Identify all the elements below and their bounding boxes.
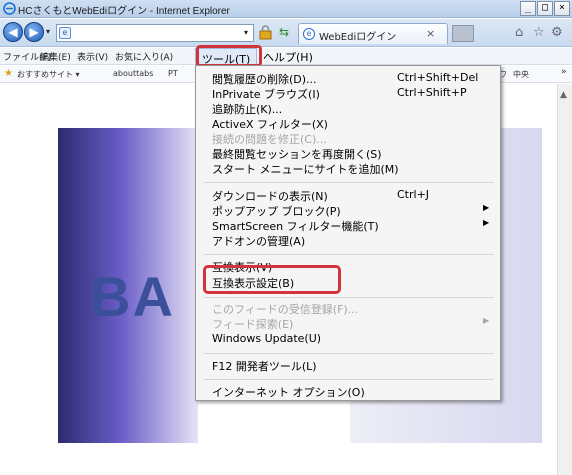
tab-webedi[interactable]: e WebEdiログイン × <box>298 23 448 44</box>
tab-label: WebEdiログイン <box>319 32 397 43</box>
submenu-arrow-icon: ▶ <box>483 218 490 227</box>
internet-explorer-icon <box>3 2 16 15</box>
submenu-arrow-icon: ▶ <box>483 316 490 325</box>
scroll-up-icon[interactable]: ▲ <box>560 90 567 100</box>
favorite-item[interactable]: PT <box>168 69 178 78</box>
menu-bar: ファイル(F) 編集(E) 表示(V) お気に入り(A) ツール(T) ヘルプ(… <box>0 48 572 66</box>
menu-item-f12-developer-tools[interactable]: F12 開発者ツール(L) <box>212 358 497 375</box>
vertical-scrollbar[interactable]: ▲ <box>557 84 572 475</box>
menu-item-internet-options[interactable]: インターネット オプション(O) <box>212 384 497 401</box>
highlight-tools-menu <box>196 45 262 67</box>
nav-history-dropdown[interactable]: ▾ <box>46 27 50 36</box>
menu-item-feed-discovery: フィード探索(E) ▶ <box>212 316 490 331</box>
back-button[interactable]: ◀ <box>3 22 23 42</box>
lock-icon[interactable] <box>259 25 272 40</box>
favorite-item[interactable]: abouttabs <box>113 69 153 78</box>
menu-separator <box>204 254 494 255</box>
highlight-compatibility-settings <box>203 265 341 294</box>
menu-item-manage-addons[interactable]: アドオンの管理(A) <box>212 233 497 250</box>
address-bar: ◀ ▶ ▾ e ▾ ⇆ e WebEdiログイン × ⌂ ☆ ⚙ <box>0 19 572 47</box>
refresh-icon[interactable]: ⇆ <box>276 25 292 40</box>
menu-item-windows-update[interactable]: Windows Update(U) <box>212 332 497 349</box>
url-dropdown[interactable]: ▾ <box>244 28 248 37</box>
menu-separator <box>204 297 494 298</box>
menu-separator <box>204 353 494 354</box>
page-icon: e <box>303 28 315 40</box>
window-title: HCさくもとWebEdiログイン - Internet Explorer <box>18 6 230 17</box>
url-input[interactable]: e <box>56 24 254 42</box>
favorites-star-icon[interactable]: ☆ <box>533 25 545 40</box>
favorites-more-button[interactable]: » <box>561 67 567 77</box>
home-icon[interactable]: ⌂ <box>515 25 523 40</box>
banner-text: BA <box>90 265 175 328</box>
favorite-item[interactable]: 中央 <box>513 69 529 80</box>
menu-edit[interactable]: 編集(E) <box>40 50 71 63</box>
close-button[interactable]: × <box>554 1 570 16</box>
tools-dropdown-menu: 閲覧履歴の削除(D)... Ctrl+Shift+Del InPrivate ブ… <box>195 65 501 401</box>
favorite-item[interactable]: おすすめサイト ▾ <box>17 69 80 80</box>
menu-favorites[interactable]: お気に入り(A) <box>115 50 173 63</box>
minimize-button[interactable]: _ <box>520 1 536 16</box>
maximize-button[interactable]: □ <box>537 1 553 16</box>
menu-separator <box>204 182 494 183</box>
favorites-star-icon[interactable]: ★ <box>4 68 13 79</box>
tab-close-button[interactable]: × <box>426 27 435 40</box>
new-tab-button[interactable] <box>452 25 474 42</box>
menu-item-add-to-start[interactable]: スタート メニューにサイトを追加(M) <box>212 161 497 178</box>
menu-help[interactable]: ヘルプ(H) <box>263 49 313 65</box>
forward-button[interactable]: ▶ <box>24 22 44 42</box>
menu-separator <box>204 379 494 380</box>
menu-view[interactable]: 表示(V) <box>77 50 108 63</box>
submenu-arrow-icon: ▶ <box>483 203 490 212</box>
gear-icon[interactable]: ⚙ <box>551 25 563 40</box>
title-bar: HCさくもとWebEdiログイン - Internet Explorer _ □… <box>0 0 572 18</box>
page-icon: e <box>59 27 71 39</box>
window-controls: _ □ × <box>520 1 570 16</box>
